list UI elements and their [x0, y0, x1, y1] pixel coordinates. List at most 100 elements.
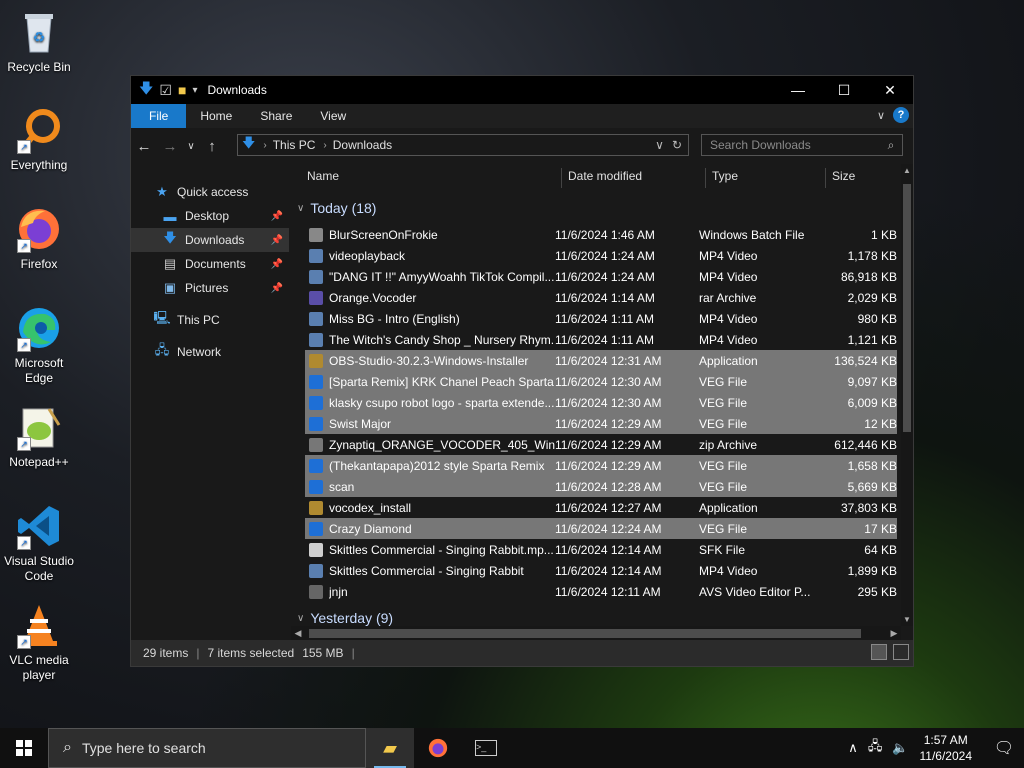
file-row[interactable]: klasky csupo robot logo - sparta extende…: [305, 392, 897, 413]
shortcut-arrow-icon: ↗: [17, 140, 31, 154]
scroll-down-icon[interactable]: ▼: [901, 615, 913, 624]
nav-network[interactable]: 🖧 Network: [131, 340, 289, 364]
file-row[interactable]: Swist Major 11/6/2024 12:29 AM VEG File 12 …: [305, 413, 897, 434]
pin-icon[interactable]: 📌: [271, 283, 283, 294]
chevron-up-icon[interactable]: ∧: [848, 740, 858, 756]
forward-button[interactable]: →: [157, 138, 183, 155]
recent-locations-icon[interactable]: ∨: [183, 141, 199, 152]
file-type: AVS Video Editor P...: [699, 584, 811, 599]
taskbar-terminal[interactable]: >_: [462, 728, 510, 768]
column-size[interactable]: Size: [832, 169, 855, 183]
clock[interactable]: 1:57 AM 11/6/2024: [920, 732, 973, 764]
file-row[interactable]: [Sparta Remix] KRK Chanel Peach Sparta .…: [305, 371, 897, 392]
file-date: 11/6/2024 12:14 AM: [555, 563, 662, 578]
start-button[interactable]: [0, 728, 48, 768]
taskbar-file-explorer[interactable]: ▰: [366, 728, 414, 768]
file-row[interactable]: jnjn 11/6/2024 12:11 AM AVS Video Editor P…: [305, 581, 897, 602]
desktop-icon-firefox[interactable]: ↗ Firefox: [0, 205, 78, 272]
group-today[interactable]: ∨ Today (18): [297, 200, 376, 216]
file-row[interactable]: OBS-Studio-30.2.3-Windows-Installer 11/6/…: [305, 350, 897, 371]
scroll-right-icon[interactable]: ▶: [887, 626, 901, 640]
file-row[interactable]: videoplayback 11/6/2024 1:24 AM MP4 Video 1…: [305, 245, 897, 266]
desktop-icon-recycle-bin[interactable]: ♻ Recycle Bin: [0, 8, 78, 75]
nav-downloads[interactable]: 🡇 Downloads 📌: [131, 228, 289, 252]
file-row[interactable]: "DANG IT !!" AmyyWoahh TikTok Compil... 1…: [305, 266, 897, 287]
search-input[interactable]: [702, 137, 880, 153]
volume-icon[interactable]: 🔈: [892, 740, 908, 756]
nav-desktop[interactable]: ▬ Desktop 📌: [131, 204, 289, 228]
file-row[interactable]: Crazy Diamond 11/6/2024 12:24 AM VEG File 1…: [305, 518, 897, 539]
file-row[interactable]: Skittles Commercial - Singing Rabbit.mp.…: [305, 539, 897, 560]
scrollbar-thumb[interactable]: [309, 629, 861, 638]
refresh-icon[interactable]: ↻: [672, 138, 682, 152]
taskbar-search-box[interactable]: ⌕ Type here to search: [48, 728, 366, 768]
network-icon[interactable]: 🖧: [868, 737, 883, 759]
tab-home[interactable]: Home: [186, 104, 246, 128]
folder-icon[interactable]: ■: [178, 82, 186, 98]
horizontal-scrollbar[interactable]: ◀ ▶: [291, 626, 901, 640]
vertical-scrollbar[interactable]: ▲ ▼: [901, 164, 913, 626]
group-yesterday[interactable]: ∨ Yesterday (9): [297, 610, 393, 626]
column-type[interactable]: Type: [712, 169, 738, 183]
file-type: MP4 Video: [699, 311, 758, 326]
tab-view[interactable]: View: [306, 104, 360, 128]
scroll-left-icon[interactable]: ◀: [291, 626, 305, 640]
breadcrumb-this-pc[interactable]: This PC: [273, 138, 316, 152]
maximize-button[interactable]: ☐: [821, 76, 867, 104]
desktop-icon-everything[interactable]: ↗ Everything: [0, 106, 78, 173]
file-name: videoplayback: [329, 248, 406, 263]
qat-dropdown-icon[interactable]: ▾: [192, 85, 197, 96]
file-row[interactable]: Miss BG - Intro (English) 11/6/2024 1:11 …: [305, 308, 897, 329]
file-date: 11/6/2024 12:31 AM: [555, 353, 662, 368]
scroll-up-icon[interactable]: ▲: [901, 166, 913, 175]
nav-quick-access[interactable]: ★ Quick access: [131, 180, 289, 204]
file-type-icon: [309, 332, 323, 347]
file-row[interactable]: The Witch's Candy Shop _ Nursery Rhym...…: [305, 329, 897, 350]
column-divider[interactable]: [561, 168, 562, 188]
desktop-icon-visual-studio-code[interactable]: ↗ Visual Studio Code: [0, 502, 78, 584]
desktop-icon-vlc[interactable]: ↗ VLC media player: [0, 601, 78, 683]
properties-icon[interactable]: ☑: [159, 82, 172, 99]
desktop-icon-microsoft-edge[interactable]: ↗ Microsoft Edge: [0, 304, 78, 386]
column-divider[interactable]: [705, 168, 706, 188]
back-button[interactable]: ←: [131, 138, 157, 155]
file-row[interactable]: Orange.Vocoder 11/6/2024 1:14 AM rar Archi…: [305, 287, 897, 308]
nav-label: Quick access: [177, 185, 249, 199]
pin-icon[interactable]: 📌: [271, 235, 283, 246]
file-size: 612,446 KB: [834, 437, 897, 452]
expand-ribbon-icon[interactable]: ∨: [877, 109, 885, 122]
file-row[interactable]: scan 11/6/2024 12:28 AM VEG File 5,669 KB: [305, 476, 897, 497]
file-row[interactable]: BlurScreenOnFrokie 11/6/2024 1:46 AM Windo…: [305, 224, 897, 245]
close-button[interactable]: ✕: [867, 76, 913, 104]
tab-share[interactable]: Share: [246, 104, 306, 128]
address-bar[interactable]: 🡇 › This PC › Downloads ∨ ↻: [237, 134, 689, 156]
nav-this-pc[interactable]: 🖳 This PC: [131, 308, 289, 332]
desktop-icon-notepad-plus-plus[interactable]: ↗ Notepad++: [0, 403, 78, 470]
breadcrumb-downloads[interactable]: Downloads: [333, 138, 392, 152]
help-icon[interactable]: ?: [893, 107, 909, 123]
tab-file[interactable]: File: [131, 104, 187, 128]
nav-pictures[interactable]: ▣ Pictures 📌: [131, 276, 289, 300]
scrollbar-thumb[interactable]: [903, 184, 911, 432]
file-row[interactable]: vocodex_install 11/6/2024 12:27 AM Applica…: [305, 497, 897, 518]
column-name[interactable]: Name: [307, 169, 339, 183]
search-box[interactable]: ⌕: [701, 134, 903, 156]
file-row[interactable]: Skittles Commercial - Singing Rabbit 11/6…: [305, 560, 897, 581]
taskbar-firefox[interactable]: [414, 728, 462, 768]
file-row[interactable]: Zynaptiq_ORANGE_VOCODER_405_Win 11/6/2024…: [305, 434, 897, 455]
column-divider[interactable]: [825, 168, 826, 188]
pin-icon[interactable]: 📌: [271, 259, 283, 270]
up-button[interactable]: ↑: [199, 138, 225, 155]
title-bar[interactable]: 🡇 ☑ ■ ▾ Downloads — ☐ ✕: [131, 76, 913, 104]
large-icons-view-icon[interactable]: [893, 644, 909, 660]
pin-icon[interactable]: 📌: [271, 211, 283, 222]
address-dropdown-icon[interactable]: ∨: [655, 138, 664, 152]
down-arrow-icon[interactable]: 🡇: [139, 78, 153, 102]
file-row[interactable]: (Thekantapapa)2012 style Sparta Remix 11/…: [305, 455, 897, 476]
details-view-icon[interactable]: [871, 644, 887, 660]
notification-icon[interactable]: 🗨: [984, 738, 1024, 758]
column-date-modified[interactable]: Date modified: [568, 169, 642, 183]
minimize-button[interactable]: —: [775, 76, 821, 104]
file-type-icon: [309, 311, 323, 326]
nav-documents[interactable]: ▤ Documents 📌: [131, 252, 289, 276]
